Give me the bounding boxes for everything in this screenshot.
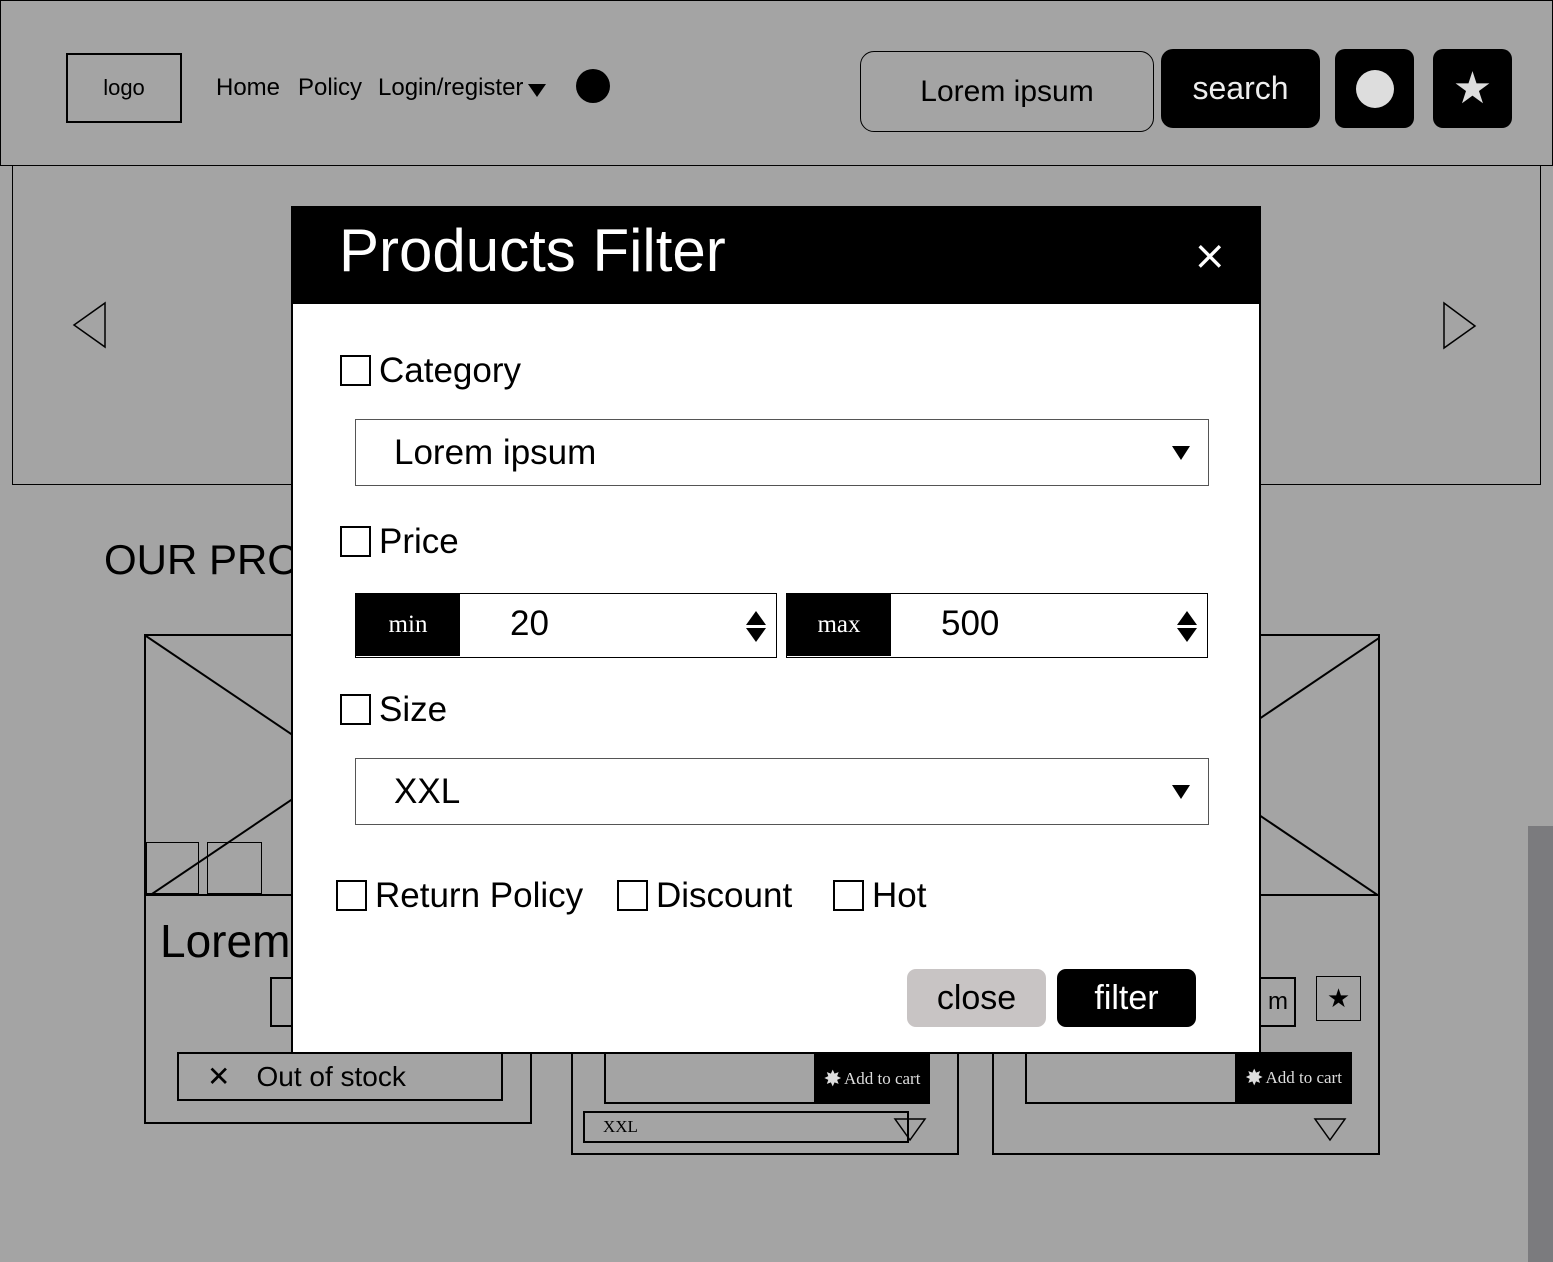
add-to-cart-button[interactable]: ✸ Add to cart xyxy=(814,1054,930,1104)
min-tag: min xyxy=(356,594,460,656)
out-of-stock-badge: ✕ Out of stock xyxy=(177,1052,503,1101)
increment-icon[interactable] xyxy=(1177,611,1197,625)
category-checkbox[interactable] xyxy=(340,355,371,386)
size-label: Size xyxy=(379,690,448,729)
quantity-input[interactable] xyxy=(1025,1052,1237,1104)
max-tag: max xyxy=(787,594,891,656)
price-min-stepper[interactable]: min 20 xyxy=(355,593,777,658)
page-scrollbar[interactable] xyxy=(1528,826,1553,1262)
discount-checkbox[interactable] xyxy=(617,880,648,911)
chevron-down-icon[interactable] xyxy=(893,1117,927,1143)
chevron-down-icon[interactable] xyxy=(1313,1117,1347,1143)
return-policy-label: Return Policy xyxy=(375,876,584,915)
cart-burst-icon: ✸ xyxy=(1245,1065,1264,1090)
hot-checkbox[interactable] xyxy=(833,880,864,911)
filter-button[interactable]: filter xyxy=(1057,969,1196,1027)
circle-icon xyxy=(1355,69,1394,108)
star-icon: ★ xyxy=(1452,62,1493,114)
thumbnail[interactable] xyxy=(146,842,199,894)
close-button[interactable]: close xyxy=(907,969,1046,1027)
close-icon: ✕ xyxy=(207,1061,231,1092)
cart-burst-icon: ✸ xyxy=(823,1066,842,1091)
category-select[interactable]: Lorem ipsum xyxy=(355,419,1209,486)
increment-icon[interactable] xyxy=(746,611,766,625)
logo[interactable]: logo xyxy=(66,53,182,123)
decrement-icon[interactable] xyxy=(1177,628,1197,642)
nav-login-register[interactable]: Login/register xyxy=(378,72,523,104)
nav-home[interactable]: Home xyxy=(216,72,280,104)
user-button[interactable] xyxy=(1335,49,1414,128)
star-icon[interactable]: ★ xyxy=(1316,976,1361,1021)
nav-policy[interactable]: Policy xyxy=(298,72,362,104)
close-icon[interactable]: × xyxy=(1193,236,1227,276)
return-policy-checkbox[interactable] xyxy=(336,880,367,911)
price-label: Price xyxy=(379,522,459,561)
size-select[interactable]: XXL xyxy=(355,758,1209,825)
chevron-down-icon[interactable] xyxy=(528,84,546,97)
discount-label: Discount xyxy=(656,876,793,915)
search-button[interactable]: search xyxy=(1161,49,1320,128)
hot-label: Hot xyxy=(872,876,927,915)
price-max-stepper[interactable]: max 500 xyxy=(786,593,1208,658)
price-min-value: 20 xyxy=(510,604,549,643)
carousel-next-icon[interactable] xyxy=(1440,300,1480,352)
modal-title: Products Filter xyxy=(339,217,726,284)
quantity-input[interactable] xyxy=(604,1052,816,1104)
add-to-cart-button[interactable]: ✸ Add to cart xyxy=(1235,1052,1352,1104)
chevron-down-icon xyxy=(1172,446,1190,460)
chevron-down-icon xyxy=(1172,785,1190,799)
price-max-value: 500 xyxy=(941,604,1000,643)
size-checkbox[interactable] xyxy=(340,694,371,725)
size-select[interactable]: XXL xyxy=(583,1111,909,1143)
decrement-icon[interactable] xyxy=(746,628,766,642)
status-dot-icon[interactable] xyxy=(576,69,610,103)
favorites-button[interactable]: ★ xyxy=(1433,49,1512,128)
products-filter-modal: Products Filter × Category Lorem ipsum P… xyxy=(291,206,1261,1054)
category-label: Category xyxy=(379,351,522,390)
search-input[interactable]: Lorem ipsum xyxy=(860,51,1154,132)
price-checkbox[interactable] xyxy=(340,526,371,557)
thumbnail[interactable] xyxy=(207,842,262,894)
carousel-prev-icon[interactable] xyxy=(70,300,110,352)
